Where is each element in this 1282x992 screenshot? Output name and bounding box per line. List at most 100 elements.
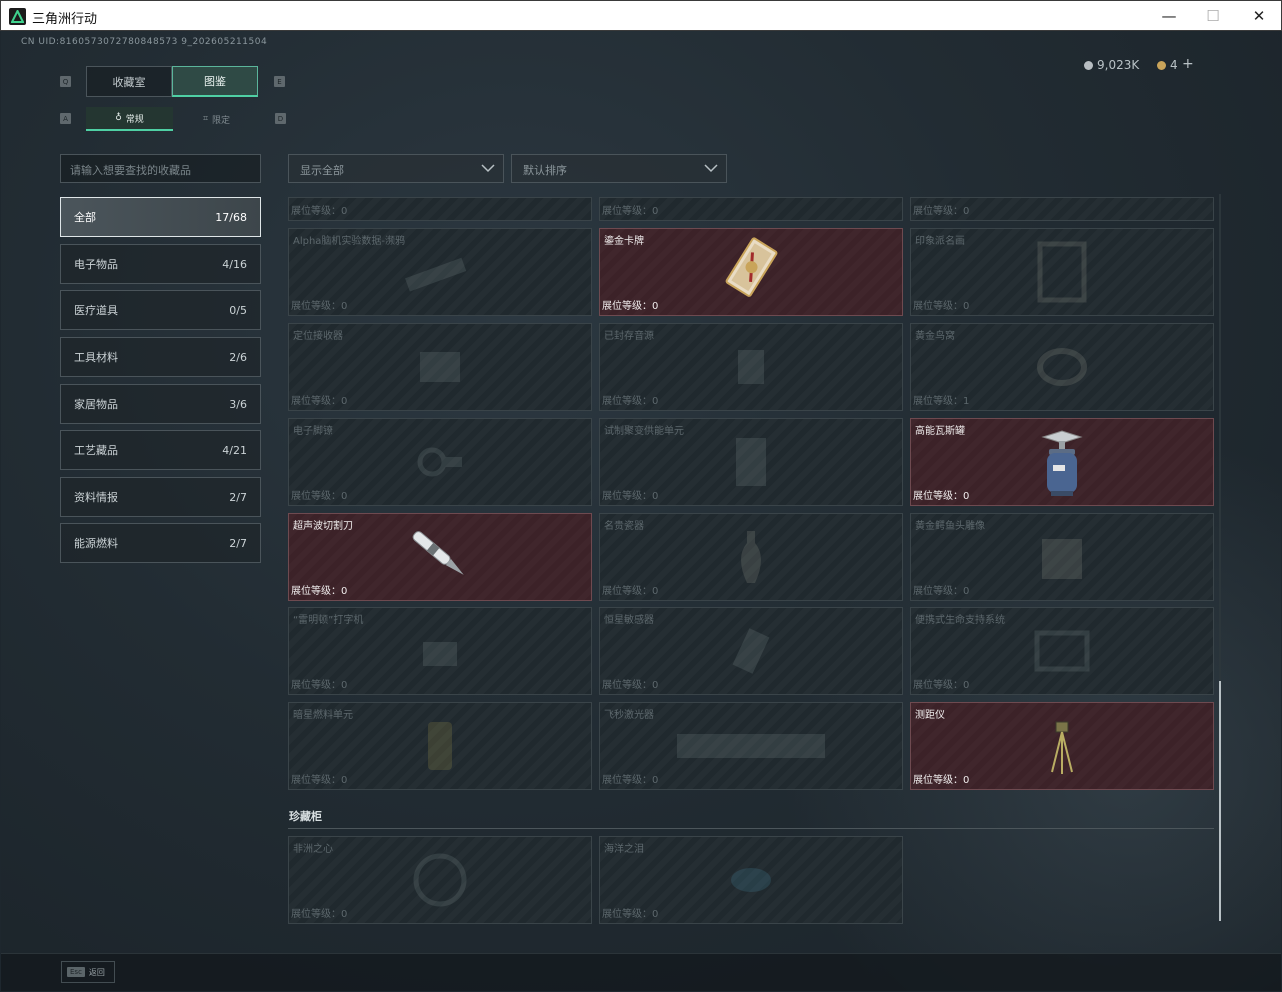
window-titlebar: 三角洲行动 — ☐ ✕: [0, 0, 1282, 31]
item-card[interactable]: 试制聚变供能单元 展位等级：0: [599, 418, 903, 506]
item-card[interactable]: 便携式生命支持系统 展位等级：0: [910, 607, 1214, 695]
category-count: 4/21: [222, 443, 247, 457]
item-card[interactable]: 海洋之泪 展位等级：0: [599, 836, 903, 924]
item-card[interactable]: 非洲之心 展位等级：0: [288, 836, 592, 924]
item-level: 展位等级：0: [602, 586, 659, 597]
regular-icon: ♁: [115, 113, 122, 123]
item-card[interactable]: 定位接收器 展位等级：0: [288, 323, 592, 411]
category-crafts[interactable]: 工艺藏品 4/21: [60, 430, 261, 470]
category-medical[interactable]: 医疗道具 0/5: [60, 290, 261, 330]
item-name: 高能瓦斯罐: [915, 426, 965, 437]
fusion-unit-icon: [736, 438, 766, 486]
item-card[interactable]: 恒星敏感器 展位等级：0: [599, 607, 903, 695]
item-level: 展位等级：0: [291, 396, 348, 407]
category-label: 工艺藏品: [74, 444, 118, 457]
category-fuel[interactable]: 能源燃料 2/7: [60, 523, 261, 563]
back-button[interactable]: Esc 返回: [61, 961, 115, 983]
keyhint-next-tab: E: [274, 76, 285, 87]
item-card[interactable]: 飞秒激光器 展位等级：0: [599, 702, 903, 790]
item-level: 展位等级：0: [602, 491, 659, 502]
item-card[interactable]: 印象派名画 展位等级：0: [910, 228, 1214, 316]
item-level: 展位等级：0: [602, 301, 659, 312]
category-label: 医疗道具: [74, 304, 118, 317]
subtab-regular[interactable]: ♁ 常规: [86, 107, 173, 131]
item-level: 展位等级：0: [602, 680, 659, 691]
category-label: 全部: [74, 211, 96, 224]
category-all[interactable]: 全部 17/68: [60, 197, 261, 237]
tab-codex[interactable]: 图鉴: [172, 66, 258, 97]
category-tools[interactable]: 工具材料 2/6: [60, 337, 261, 377]
item-level: 展位等级：0: [291, 491, 348, 502]
data-drive-icon: [405, 257, 467, 292]
item-card[interactable]: 电子脚镣 展位等级：0: [288, 418, 592, 506]
category-electronics[interactable]: 电子物品 4/16: [60, 244, 261, 284]
nest-icon: [1037, 348, 1087, 386]
balance-display: 9,023K: [1084, 58, 1139, 72]
minimize-button[interactable]: —: [1146, 1, 1192, 31]
item-card[interactable]: Alpha脑机实验数据-濒鸦 展位等级：0: [288, 228, 592, 316]
item-name: 恒星敏感器: [604, 615, 654, 626]
item-card[interactable]: 测距仪 展位等级：0: [910, 702, 1214, 790]
rangefinder-icon: [1051, 721, 1073, 774]
scrollbar-thumb[interactable]: [1219, 681, 1221, 921]
category-intel[interactable]: 资料情报 2/7: [60, 477, 261, 517]
section-title: 珍藏柜: [289, 810, 322, 823]
item-card[interactable]: 鎏金卡牌 展位等级：0: [599, 228, 903, 316]
item-name: 海洋之泪: [604, 844, 644, 855]
category-household[interactable]: 家居物品 3/6: [60, 384, 261, 424]
ultrasonic-cutter-icon: [412, 531, 464, 575]
item-card[interactable]: 已封存音源 展位等级：0: [599, 323, 903, 411]
add-currency-button[interactable]: +: [1182, 56, 1194, 72]
item-card[interactable]: “雷明顿”打字机 展位等级：0: [288, 607, 592, 695]
category-label: 家居物品: [74, 398, 118, 411]
item-level: 展位等级：0: [913, 206, 970, 217]
item-name: 便携式生命支持系统: [915, 615, 1005, 626]
tab-collection-room[interactable]: 收藏室: [86, 66, 172, 97]
item-card[interactable]: 黄金鳄鱼头雕像 展位等级：0: [910, 513, 1214, 601]
painting-icon: [1037, 241, 1087, 303]
category-label: 能源燃料: [74, 537, 118, 550]
item-card[interactable]: 展位等级：0: [288, 197, 592, 221]
filter-dropdown[interactable]: 显示全部: [288, 154, 504, 183]
shackle-icon: [417, 447, 462, 477]
item-name: Alpha脑机实验数据-濒鸦: [293, 236, 406, 247]
item-card[interactable]: 展位等级：0: [599, 197, 903, 221]
maximize-button[interactable]: ☐: [1190, 1, 1236, 31]
star-sensor-icon: [732, 628, 770, 674]
balance-value: 9,023K: [1097, 58, 1140, 72]
search-input[interactable]: 请输入想要查找的收藏品: [60, 154, 261, 183]
item-name: 非洲之心: [293, 844, 333, 855]
item-level: 展位等级：0: [291, 775, 348, 786]
gem-icon: [731, 868, 771, 892]
item-name: 名贵瓷器: [604, 521, 644, 532]
item-level: 展位等级：0: [291, 586, 348, 597]
item-card[interactable]: 高能瓦斯罐 展位等级：0: [910, 418, 1214, 506]
item-name: 飞秒激光器: [604, 710, 654, 721]
token-display: 4: [1157, 58, 1178, 72]
chevron-down-icon: [481, 164, 495, 173]
app-icon: [9, 8, 26, 25]
item-card[interactable]: 超声波切割刀 展位等级：0: [288, 513, 592, 601]
vase-icon: [741, 531, 761, 583]
gold-coin-icon: [1157, 60, 1166, 70]
keyhint-prev-tab: Q: [60, 76, 71, 87]
game-viewport: CN UID:8160573072780848573 9_20260521150…: [1, 31, 1281, 991]
item-card[interactable]: 暗星燃料单元 展位等级：0: [288, 702, 592, 790]
audio-icon: [738, 350, 764, 384]
back-label: 返回: [88, 967, 105, 977]
category-count: 4/16: [222, 257, 247, 271]
item-name: 电子脚镣: [293, 426, 333, 437]
crocodile-statue-icon: [1042, 539, 1082, 579]
chevron-down-icon: [704, 164, 718, 173]
item-name: 已封存音源: [604, 331, 654, 342]
close-button[interactable]: ✕: [1236, 1, 1282, 31]
window-title: 三角洲行动: [32, 12, 98, 27]
item-name: 黄金鳄鱼头雕像: [915, 521, 985, 532]
subtab-limited[interactable]: ⌗ 限定: [173, 107, 260, 131]
item-card[interactable]: 展位等级：0: [910, 197, 1214, 221]
keyhint-prev-subtab: A: [60, 113, 71, 124]
item-card[interactable]: 黄金鸟窝 展位等级：1: [910, 323, 1214, 411]
sort-dropdown[interactable]: 默认排序: [511, 154, 727, 183]
item-card[interactable]: 名贵瓷器 展位等级：0: [599, 513, 903, 601]
category-count: 0/5: [229, 303, 247, 317]
